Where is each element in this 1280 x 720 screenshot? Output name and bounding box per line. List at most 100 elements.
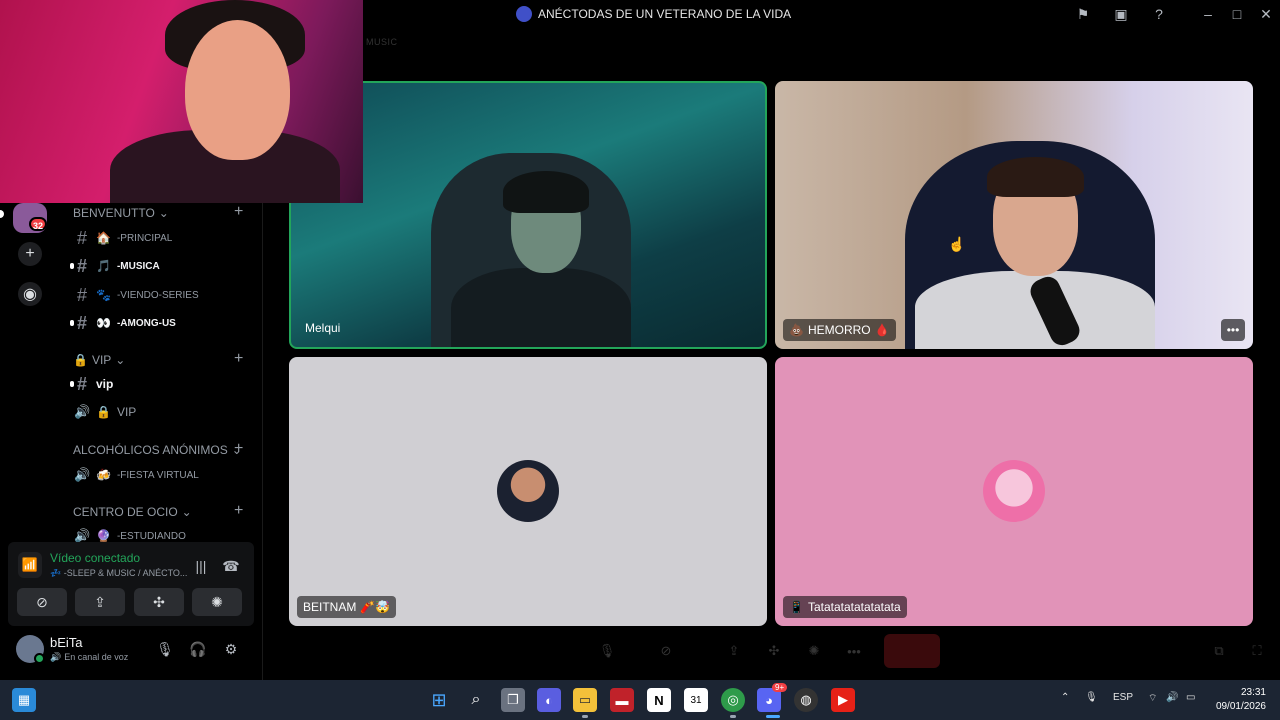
avatar <box>983 460 1045 522</box>
volume-icon[interactable]: 🔊 <box>1166 692 1178 703</box>
streamer-webcam-overlay <box>0 0 363 203</box>
channel-emoji: 🔮 <box>96 529 111 543</box>
running-indicator <box>730 715 736 718</box>
screen-share-icon[interactable]: ▣ <box>1111 4 1131 24</box>
activities-button[interactable]: ✣ <box>134 588 184 616</box>
participant-name: Tatatatatatatatata <box>807 600 901 614</box>
discover-icon[interactable]: ◉ <box>18 282 42 306</box>
voice-connection-panel: 📶 Vídeo conectado 💤 -SLEEP & MUSIC / ANÉ… <box>8 542 254 626</box>
app-red-icon[interactable]: ▬ <box>610 688 634 712</box>
more-icon[interactable]: ••• <box>843 640 865 662</box>
task-view-icon[interactable]: ❐ <box>501 688 525 712</box>
avatar <box>497 460 559 522</box>
category-alcoholicos-anonimos[interactable]: ALCOHÓLICOS ANÓNIMOS ⌄ <box>73 443 242 457</box>
video-tile-tatatata[interactable]: 📱 Tatatatatatatatata <box>775 357 1253 626</box>
channel-emoji: 🔒 <box>96 405 111 419</box>
headphones-icon[interactable]: 🎧 <box>188 639 208 659</box>
add-channel-icon[interactable]: + <box>234 502 243 520</box>
video-tile-hemorro[interactable]: 💩 HEMORRO 🩸 ••• <box>775 81 1253 349</box>
category-vip[interactable]: 🔒 VIP ⌄ <box>73 353 125 367</box>
channel-label: -AMONG-US <box>116 317 176 329</box>
category-centro-de-ocio[interactable]: CENTRO DE OCIO ⌄ <box>73 505 192 519</box>
participant-emoji: 🩸 <box>874 323 890 337</box>
running-indicator <box>582 715 588 718</box>
microphone-icon[interactable]: 🎙 <box>155 639 175 659</box>
voice-channel-name[interactable]: 💤 -SLEEP & MUSIC / ANÉCTO... <box>50 568 190 579</box>
unread-indicator <box>70 320 74 326</box>
channel-label: VIP <box>116 405 137 419</box>
help-icon[interactable]: ? <box>1149 4 1169 24</box>
teams-chat-icon[interactable]: ◐ <box>537 688 561 712</box>
noise-suppression-icon[interactable]: ||| <box>191 556 211 576</box>
minimize-icon[interactable]: – <box>1198 4 1218 24</box>
microphone-in-use-icon[interactable]: 🎙 <box>1085 692 1098 703</box>
activities-icon[interactable]: ✣ <box>763 640 785 662</box>
add-channel-icon[interactable]: + <box>234 440 243 458</box>
disconnect-icon[interactable]: ☎ <box>221 556 241 576</box>
user-status-text: En canal de voz <box>64 652 129 662</box>
unread-indicator <box>70 263 74 269</box>
category-label: CENTRO DE OCIO <box>73 505 178 519</box>
search-icon[interactable]: ⌕ <box>464 688 488 712</box>
battery-icon[interactable]: ▭ <box>1186 692 1195 703</box>
server-icon <box>516 6 532 22</box>
start-icon[interactable]: ⊞ <box>427 688 451 712</box>
participant-name: HEMORRO <box>807 323 871 337</box>
youtube-icon[interactable]: ▶ <box>831 688 855 712</box>
screen-share-icon[interactable]: ⇪ <box>723 640 745 662</box>
add-channel-icon[interactable]: + <box>234 203 243 221</box>
popout-icon[interactable]: ⧉ <box>1208 640 1230 662</box>
speaker-icon: 🔊 <box>50 652 62 662</box>
language-indicator[interactable]: ESP <box>1113 692 1133 703</box>
mouse-cursor-icon: ☝ <box>948 236 966 252</box>
widgets-icon[interactable]: ▦ <box>12 688 36 712</box>
add-server-icon[interactable]: + <box>18 242 42 266</box>
chevron-down-icon: ⌄ <box>181 505 192 519</box>
chrome-icon[interactable]: ◎ <box>721 688 745 712</box>
connection-signal-icon[interactable]: 📶 <box>18 552 42 578</box>
flag-icon[interactable]: ⚑ <box>1073 4 1093 24</box>
channel-vip-voice[interactable]: 🔊 🔒 VIP <box>74 401 136 423</box>
hash-icon: # <box>76 373 87 394</box>
participant-name-tag: Melqui <box>299 317 346 339</box>
maximize-icon[interactable]: □ <box>1227 4 1247 24</box>
category-label: ALCOHÓLICOS ANÓNIMOS <box>73 443 228 457</box>
soundboard-button[interactable]: ✺ <box>192 588 242 616</box>
more-options-icon[interactable]: ••• <box>1221 319 1245 341</box>
hash-icon: # <box>76 312 87 333</box>
channel-emoji: 🎵 <box>96 259 111 273</box>
channel-emoji: 🐾 <box>96 288 111 302</box>
channel-principal[interactable]: # 🏠 -PRINCIPAL <box>74 227 172 249</box>
speaker-icon: 🔊 <box>74 404 91 419</box>
soundboard-icon[interactable]: ✺ <box>803 640 825 662</box>
hang-up-button[interactable] <box>884 634 940 668</box>
close-icon[interactable]: ✕ <box>1256 4 1276 24</box>
camera-off-button[interactable]: ⊘ <box>17 588 67 616</box>
user-status: 🔊 En canal de voz <box>50 652 128 663</box>
share-screen-button[interactable]: ⇪ <box>75 588 125 616</box>
channel-vip-text[interactable]: # vip <box>70 373 113 395</box>
discord-window: ANÉCTODAS DE UN VETERANO DE LA VIDA ⚑ ▣ … <box>0 0 1280 680</box>
category-benvenutto[interactable]: BENVENUTTO ⌄ <box>73 206 169 220</box>
clock[interactable]: 23:31 09/01/2026 <box>1210 686 1266 714</box>
participant-emoji: 💩 <box>789 323 804 337</box>
window-title: ANÉCTODAS DE UN VETERANO DE LA VIDA <box>516 5 791 23</box>
settings-gear-icon[interactable]: ⚙ <box>221 639 241 659</box>
channel-musica[interactable]: # 🎵 -MUSICA <box>70 255 160 277</box>
notion-icon[interactable]: N <box>647 688 671 712</box>
fullscreen-icon[interactable]: ⛶ <box>1246 640 1268 662</box>
username[interactable]: bEiTa <box>50 635 83 650</box>
channel-fiesta-virtual[interactable]: 🔊 🍻 -FIESTA VIRTUAL <box>74 464 199 486</box>
voice-status[interactable]: Vídeo conectado <box>50 551 140 565</box>
camera-icon[interactable]: ⊘ <box>655 640 677 662</box>
show-hidden-icons-icon[interactable]: ⌃ <box>1061 692 1069 703</box>
add-channel-icon[interactable]: + <box>234 350 243 368</box>
channel-among-us[interactable]: # 👀 -AMONG-US <box>70 312 176 334</box>
channel-viendo-series[interactable]: # 🐾 -VIENDO-SERIES <box>74 284 199 306</box>
obs-icon[interactable]: ◍ <box>794 688 818 712</box>
wifi-icon[interactable]: ⌔ <box>1148 692 1157 705</box>
calendar-icon[interactable]: 31 <box>684 688 708 712</box>
mute-icon[interactable]: 🎙 <box>596 640 618 662</box>
file-explorer-icon[interactable]: ▭ <box>573 688 597 712</box>
video-tile-beitnam[interactable]: BEITNAM 🧨🤯 <box>289 357 767 626</box>
